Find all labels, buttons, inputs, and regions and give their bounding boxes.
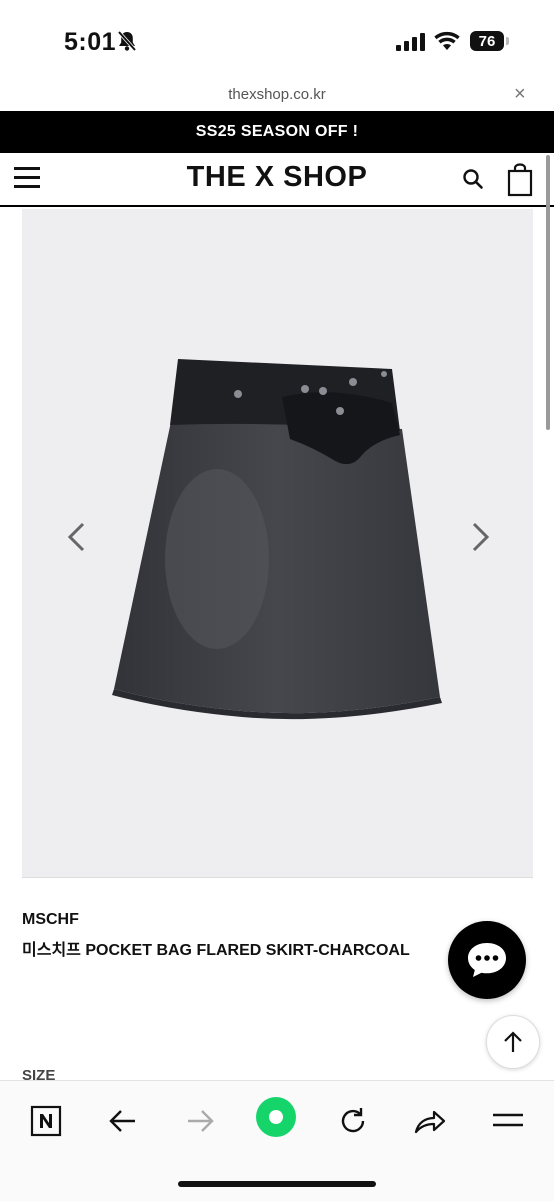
reload-icon[interactable] [331,1099,375,1143]
chat-button[interactable] [448,921,526,999]
status-time: 5:01 [64,28,117,56]
battery-icon: 76 [470,31,510,53]
prev-image-arrow-icon[interactable] [66,521,88,553]
url-text[interactable]: thexshop.co.kr [0,86,554,103]
forward-arrow-icon[interactable] [178,1099,222,1143]
home-indicator[interactable] [178,1181,376,1187]
naver-n-icon[interactable] [24,1099,68,1143]
battery-level: 76 [470,31,504,51]
bell-slash-icon [117,30,137,52]
close-icon[interactable]: × [514,83,526,106]
scroll-top-button[interactable] [486,1015,540,1069]
scroll-indicator[interactable] [546,155,550,430]
wifi-icon [434,31,460,50]
search-icon[interactable] [462,168,484,190]
naver-green-dot-icon[interactable] [254,1095,298,1139]
promo-banner[interactable]: SS25 SEASON OFF ! [0,111,554,153]
next-image-arrow-icon[interactable] [469,521,491,553]
share-icon[interactable] [408,1099,452,1143]
skirt-image [112,359,442,720]
site-header: THE X SHOP [0,153,554,207]
promo-text: SS25 SEASON OFF ! [195,123,359,140]
url-bar[interactable]: thexshop.co.kr × [0,80,554,110]
arrow-up-icon [504,1031,522,1052]
shopping-bag-icon[interactable] [507,163,533,197]
chat-bubble-icon [468,943,506,977]
back-arrow-icon[interactable] [101,1099,145,1143]
status-bar: 5:01 76 [0,0,554,80]
product-name: 미스치프 POCKET BAG FLARED SKIRT-CHARCOAL [22,942,410,959]
signal-icon [396,33,425,51]
product-image[interactable] [22,209,533,878]
product-brand: MSCHF [22,911,79,928]
toolbar-menu-icon[interactable] [486,1099,530,1143]
